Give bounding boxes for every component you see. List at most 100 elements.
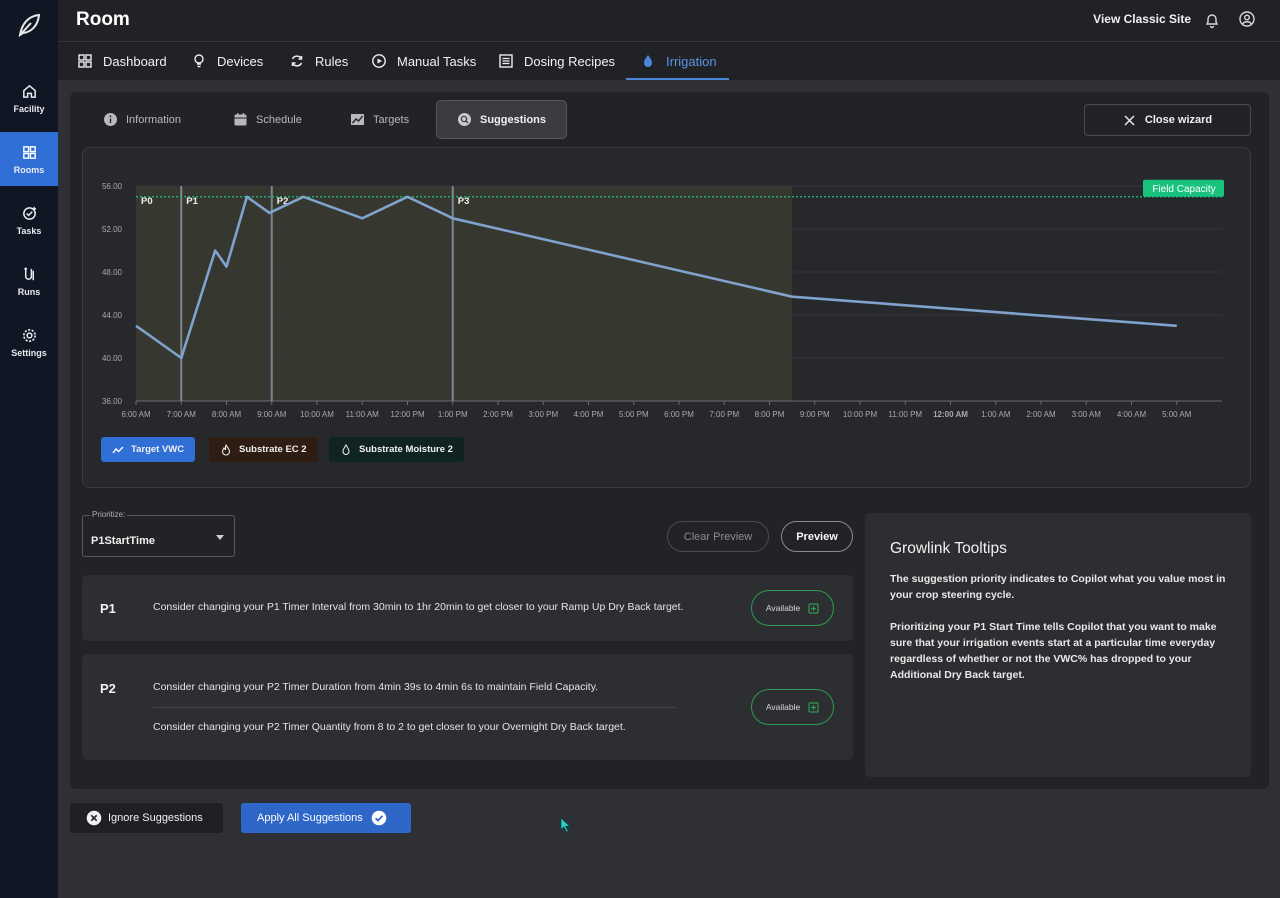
legend-substrate-ec-2[interactable]: Substrate EC 2	[209, 437, 318, 462]
available-button[interactable]: Available	[751, 590, 834, 626]
x-tick-label: 4:00 AM	[1117, 410, 1147, 419]
apply-label: Apply All Suggestions	[257, 812, 363, 824]
prioritize-label: Prioritize:	[90, 510, 128, 519]
clear-preview-button[interactable]: Clear Preview	[667, 521, 769, 552]
top-bar: Room View Classic Site	[58, 0, 1280, 42]
rail-item-facility[interactable]: Facility	[0, 71, 58, 125]
wizard-tab-schedule[interactable]: Schedule	[233, 100, 302, 139]
y-tick-label: 48.00	[102, 268, 123, 277]
info-icon	[104, 113, 117, 126]
rail-item-tasks[interactable]: Tasks	[0, 193, 58, 247]
rail-item-label: Facility	[13, 103, 45, 114]
wizard-tab-targets[interactable]: Targets	[350, 100, 409, 139]
lightbulb-icon	[194, 54, 204, 68]
wizard-tab-suggestions[interactable]: Suggestions	[436, 100, 568, 139]
chevron-down-icon	[216, 535, 224, 540]
suggestion-text: Consider changing your P2 Timer Quantity…	[153, 721, 626, 733]
play-circle-icon	[372, 54, 386, 68]
y-tick-label: 52.00	[102, 225, 123, 234]
x-tick-label: 5:00 AM	[1162, 410, 1192, 419]
rail-item-runs[interactable]: Runs	[0, 254, 58, 308]
phase-label: P0	[141, 196, 153, 207]
view-classic-site-link[interactable]: View Classic Site	[1093, 12, 1191, 26]
tab-rules[interactable]: Rules	[289, 42, 348, 80]
x-tick-label: 12:00 PM	[390, 410, 425, 419]
prioritize-select[interactable]: Prioritize: P1StartTime	[82, 510, 235, 557]
trend-icon	[112, 446, 124, 453]
rail-item-label: Tasks	[16, 225, 42, 236]
tab-label: Devices	[217, 53, 264, 69]
available-label: Available	[765, 603, 801, 613]
field-capacity-label: Field Capacity	[1152, 184, 1215, 195]
grid-icon	[22, 145, 36, 159]
side-rail: Facility Rooms Tasks Runs Settings	[0, 0, 58, 898]
dashboard-icon	[78, 54, 92, 68]
vwc-chart-card: 56.00 52.00 48.00 44.00 40.00 36.00 6:00 AM 7:0…	[82, 147, 1251, 488]
rail-item-rooms[interactable]: Rooms	[0, 132, 58, 186]
tab-irrigation[interactable]: Irrigation	[626, 42, 729, 80]
wizard-tab-label: Targets	[373, 113, 410, 126]
irrigation-wizard: Information Schedule Targets Suggestions…	[70, 92, 1269, 789]
growlink-tooltips-panel: Growlink Tooltips The suggestion priorit…	[865, 513, 1251, 777]
x-tick-label: 9:00 AM	[257, 410, 287, 419]
x-tick-label: 11:00 PM	[888, 410, 922, 419]
x-tick-label: 12:00 AM	[933, 410, 968, 419]
check-circle-icon	[371, 810, 387, 826]
mouse-cursor-icon	[560, 817, 572, 833]
x-tick-label: 4:00 PM	[574, 410, 604, 419]
close-wizard-label: Close wizard	[1144, 114, 1213, 126]
x-tick-label: 11:00 AM	[346, 410, 380, 419]
add-box-icon	[808, 602, 819, 614]
x-tick-label: 7:00 PM	[709, 410, 739, 419]
user-account-icon[interactable]	[1238, 10, 1256, 28]
x-tick-label: 3:00 AM	[1072, 410, 1102, 419]
legend-label: Substrate Moisture 2	[359, 444, 453, 455]
close-wizard-button[interactable]: Close wizard	[1084, 104, 1251, 136]
x-tick-label: 6:00 PM	[664, 410, 694, 419]
water-drop-icon	[644, 55, 652, 67]
ignore-suggestions-button[interactable]: Ignore Suggestions	[70, 803, 223, 833]
phase-shaded-region	[136, 186, 793, 401]
wizard-tab-information[interactable]: Information	[103, 100, 181, 139]
x-tick-label: 1:00 PM	[438, 410, 468, 419]
tab-label: Irrigation	[666, 53, 717, 69]
leaf-logo-icon[interactable]	[15, 11, 43, 39]
chart-icon	[351, 114, 364, 125]
tab-devices[interactable]: Devices	[191, 42, 263, 80]
list-icon	[499, 54, 513, 68]
flame-icon	[221, 443, 231, 456]
suggestion-text: Consider changing your P2 Timer Duration…	[153, 681, 599, 693]
suggestion-card-p2: P2 Consider changing your P2 Timer Durat…	[82, 654, 853, 760]
suggestion-phase: P1	[100, 601, 116, 616]
x-tick-label: 10:00 PM	[843, 410, 878, 419]
rail-item-settings[interactable]: Settings	[0, 315, 58, 369]
apply-all-suggestions-button[interactable]: Apply All Suggestions	[241, 803, 411, 833]
bell-icon[interactable]	[1203, 11, 1221, 29]
tab-manual-tasks[interactable]: Manual Tasks	[371, 42, 476, 80]
legend-target-vwc[interactable]: Target VWC	[101, 437, 196, 462]
drop-icon	[342, 443, 350, 455]
tab-label: Rules	[315, 53, 349, 69]
tooltip-paragraph: The suggestion priority indicates to Cop…	[890, 573, 1226, 601]
legend-label: Target VWC	[131, 444, 185, 455]
close-icon	[1124, 114, 1135, 126]
suggestion-phase: P2	[100, 681, 116, 696]
tab-label: Dashboard	[103, 53, 167, 69]
y-tick-label: 40.00	[102, 354, 123, 363]
x-tick-label: 7:00 AM	[167, 410, 197, 419]
refresh-icon	[291, 55, 303, 67]
y-tick-label: 36.00	[102, 397, 123, 406]
ignore-label: Ignore Suggestions	[108, 812, 203, 824]
x-tick-label: 2:00 PM	[483, 410, 513, 419]
suggestion-icon	[458, 113, 471, 126]
x-tick-label: 3:00 PM	[528, 410, 558, 419]
available-button[interactable]: Available	[751, 689, 834, 725]
preview-button[interactable]: Preview	[781, 521, 853, 552]
add-box-icon	[808, 701, 819, 713]
tab-dosing-recipes[interactable]: Dosing Recipes	[498, 42, 615, 80]
tab-dashboard[interactable]: Dashboard	[77, 42, 167, 80]
rail-item-label: Rooms	[13, 164, 45, 175]
legend-substrate-moisture-2[interactable]: Substrate Moisture 2	[329, 437, 464, 462]
gear-icon	[22, 328, 36, 342]
runs-icon	[23, 267, 34, 280]
